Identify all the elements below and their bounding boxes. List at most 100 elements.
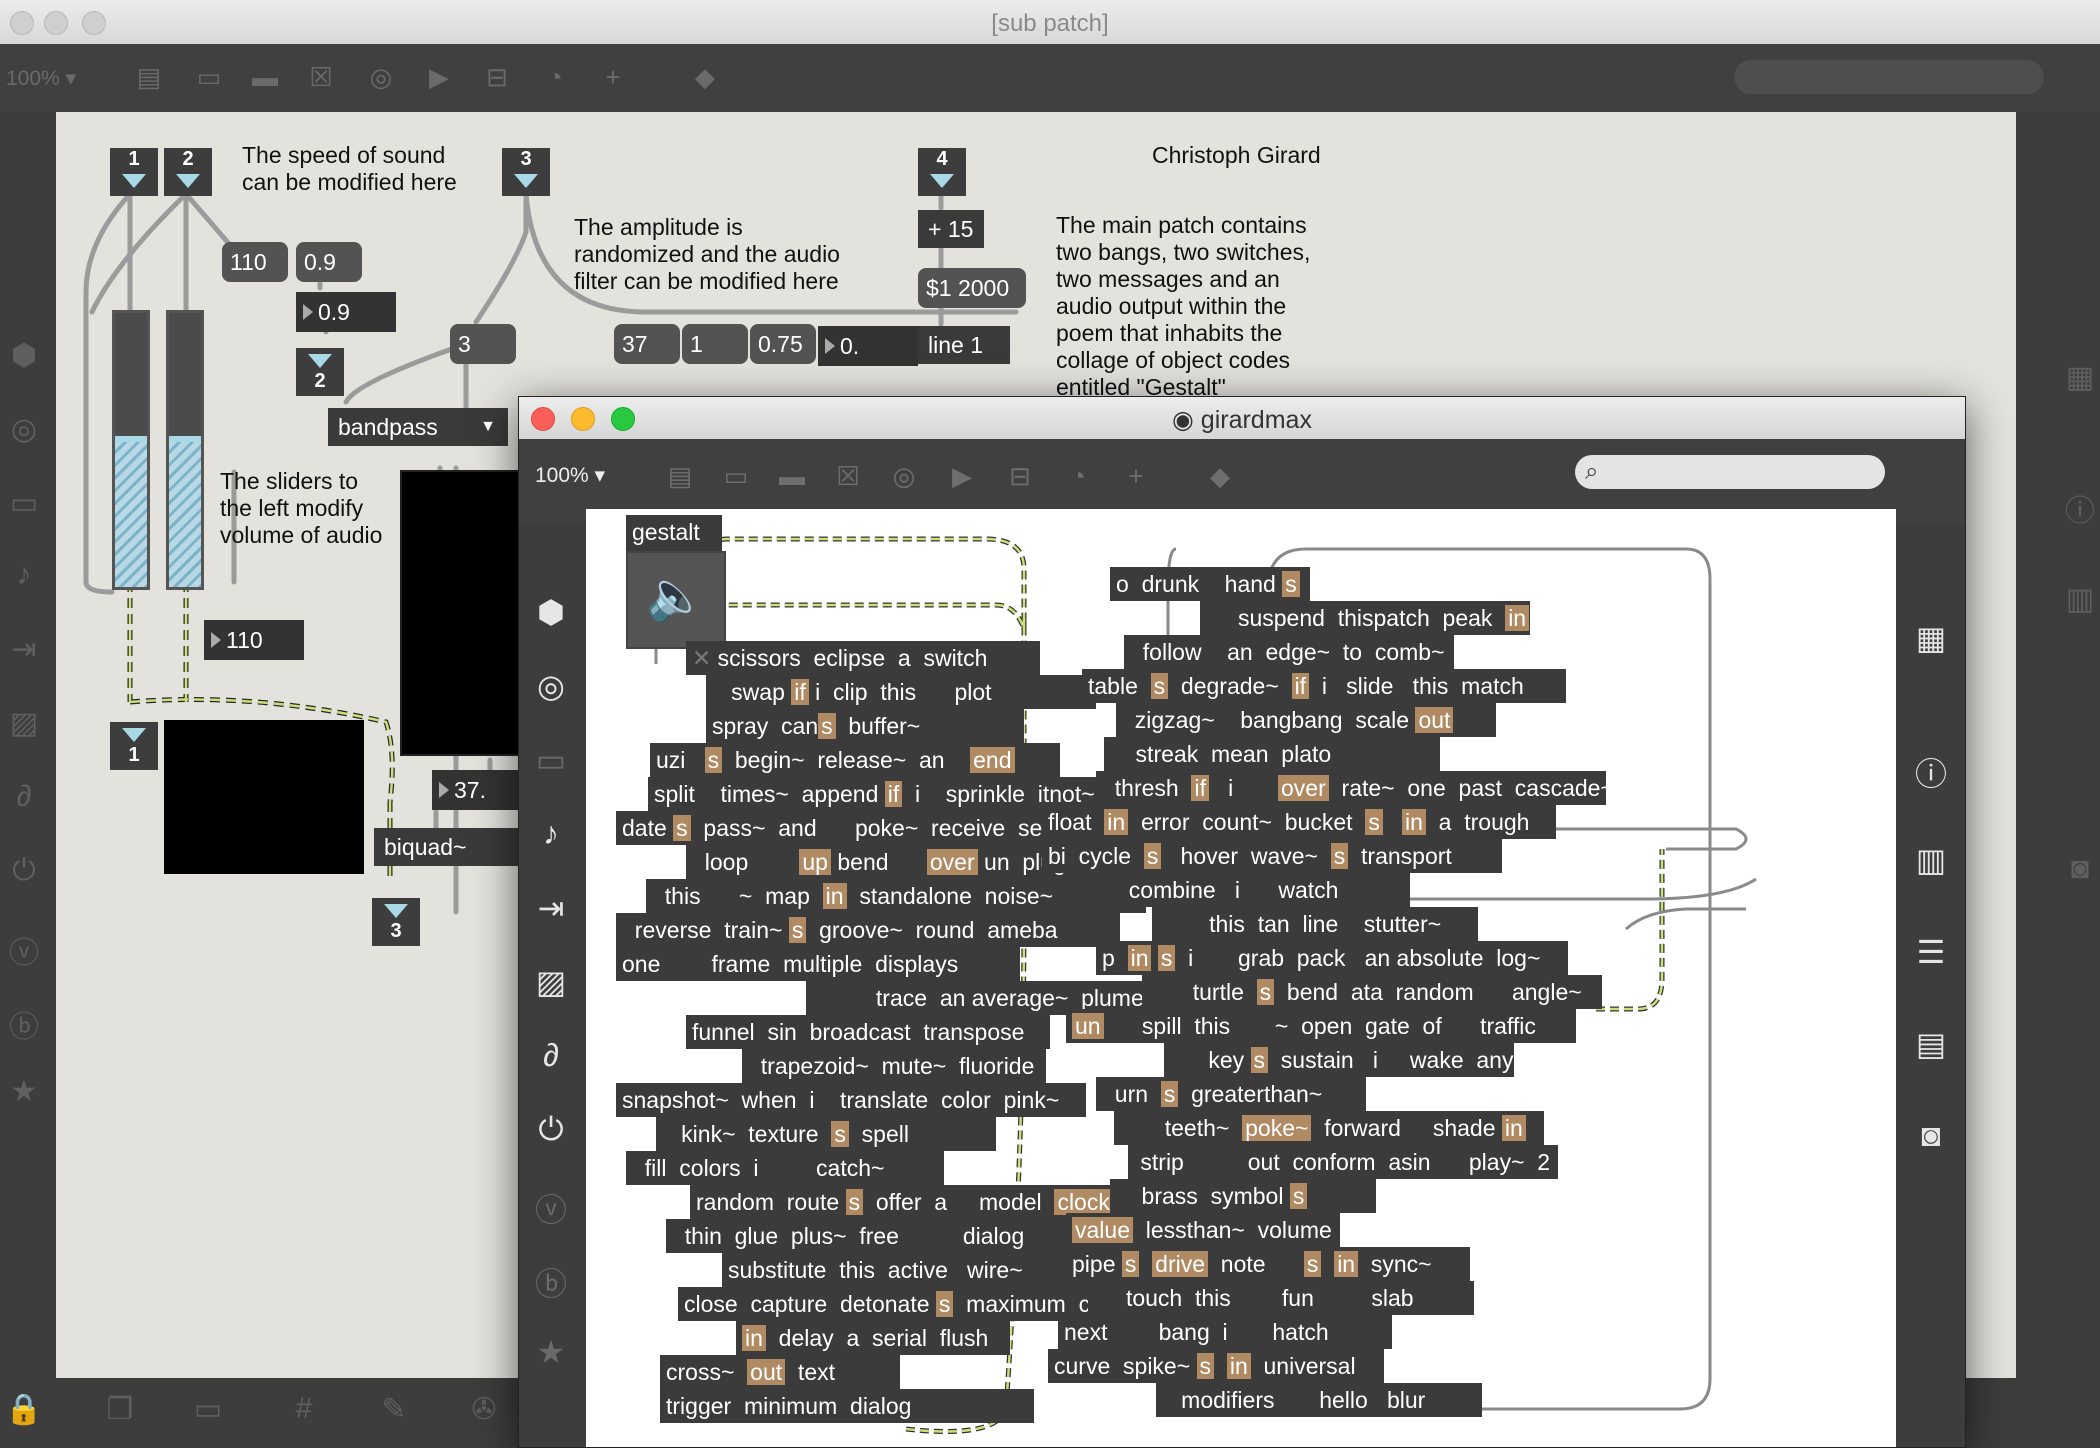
volume-slider-left[interactable] [112, 310, 150, 590]
step-icon[interactable]: ⇥ [529, 889, 573, 927]
info-icon[interactable]: ⓘ [2060, 486, 2100, 530]
slider-icon[interactable]: ⊟ [1005, 461, 1035, 491]
message-1[interactable]: 1 [682, 324, 748, 364]
message-icon[interactable]: ▭ [194, 62, 224, 92]
list-icon[interactable]: ▤ [665, 461, 695, 491]
back-search-input[interactable] [1734, 60, 2044, 94]
comment-icon[interactable]: ▬ [777, 461, 807, 491]
image-icon[interactable]: ▨ [529, 963, 573, 1001]
lock-icon[interactable]: 🔒 [4, 1392, 44, 1427]
plug-icon[interactable]: ⏻ [4, 854, 44, 888]
girardmax-window: ◉ girardmax 100% ▾ ▤ ▭ ▬ ☒ ◎ ▶ ⊟ ◔ + ◆ ⌕… [518, 396, 1966, 1448]
plus-icon[interactable]: + [1121, 461, 1151, 491]
dial-icon[interactable]: ◔ [1063, 461, 1093, 491]
button-icon[interactable]: ◎ [889, 461, 919, 491]
info-icon[interactable]: ⓘ [1909, 749, 1953, 795]
window-title: ◉ girardmax [1172, 406, 1312, 434]
slider-icon[interactable]: ⊟ [482, 62, 512, 92]
message-37[interactable]: 37 [614, 324, 680, 364]
outlet-2[interactable]: 2 [296, 348, 344, 396]
comment-icon[interactable]: ▬ [250, 62, 280, 92]
message-110[interactable]: 110 [222, 242, 288, 282]
play-icon[interactable]: ▶ [424, 62, 454, 92]
number-0.9[interactable]: 0.9 [296, 292, 396, 332]
tv-icon[interactable]: ▭ [529, 741, 573, 779]
line-object[interactable]: line 1 [918, 326, 1010, 364]
paint-icon[interactable]: ◆ [690, 62, 720, 92]
button-icon[interactable]: ◎ [366, 62, 396, 92]
note-icon[interactable]: ♪ [529, 815, 573, 852]
scope-display [164, 720, 364, 874]
star-icon[interactable]: ★ [529, 1333, 573, 1371]
plus-15-object[interactable]: + 15 [918, 210, 984, 248]
plus-icon[interactable]: + [598, 62, 628, 92]
bandpass-menu[interactable]: bandpass ▼ [328, 408, 508, 446]
search-input[interactable]: ⌕ [1575, 455, 1885, 489]
message-0.9[interactable]: 0.9 [296, 242, 362, 282]
zoom-menu[interactable]: 100% ▾ [535, 463, 605, 488]
book-icon[interactable]: ▥ [1909, 841, 1953, 879]
message-3[interactable]: 3 [450, 324, 516, 364]
list-view-icon[interactable]: ☰ [1909, 933, 1953, 971]
image-icon[interactable]: ▨ [4, 706, 44, 741]
toggle-icon[interactable]: ☒ [306, 62, 336, 92]
inlet-3[interactable]: 3 [502, 148, 550, 196]
star-icon[interactable]: ★ [4, 1074, 44, 1109]
clip-icon[interactable]: ∂ [529, 1037, 573, 1074]
paint-icon[interactable]: ◆ [1205, 461, 1235, 491]
zoom-menu[interactable]: 100% ▾ [6, 66, 76, 91]
gestalt-canvas[interactable]: gestalt 🔈 ✕ scissors eclipse a switch sw… [586, 509, 1896, 1447]
camera-icon[interactable]: ◙ [1909, 1117, 1953, 1154]
list-icon[interactable]: ▤ [134, 62, 164, 92]
play-icon[interactable]: ▶ [947, 461, 977, 491]
pin-icon[interactable]: ✎ [374, 1392, 414, 1427]
message-ramp[interactable]: $1 2000 [918, 268, 1026, 308]
back-window-titlebar[interactable]: [sub patch] [0, 0, 2100, 45]
outlet-3[interactable]: 3 [372, 898, 420, 946]
inlet-2[interactable]: 2 [164, 148, 212, 196]
outlet-1[interactable]: 1 [110, 722, 158, 770]
number-110[interactable]: 110 [204, 620, 304, 660]
presentation-icon[interactable]: ❐ [100, 1392, 140, 1427]
inlet-1[interactable]: 1 [110, 148, 158, 196]
tv-icon[interactable]: ▭ [4, 486, 44, 521]
number-37[interactable]: 37. [432, 770, 532, 810]
v-icon[interactable]: ⓥ [529, 1185, 573, 1231]
front-window-titlebar[interactable]: ◉ girardmax [519, 397, 1965, 440]
target-icon[interactable]: ◎ [529, 667, 573, 705]
camera-icon[interactable]: ◙ [2060, 852, 2100, 886]
book-icon[interactable]: ▥ [2060, 582, 2100, 617]
note-icon[interactable]: ♪ [4, 558, 44, 592]
toggle-icon[interactable]: ☒ [833, 461, 863, 491]
comment-sliders: The sliders to the left modify volume of… [220, 468, 383, 548]
speaker-icon[interactable]: 🔈 [626, 551, 726, 649]
wrench-icon[interactable]: ✇ [464, 1392, 504, 1427]
inlet-4[interactable]: 4 [918, 148, 966, 196]
display-icon[interactable]: ▭ [188, 1392, 228, 1427]
dial-icon[interactable]: ◔ [540, 62, 570, 92]
message-icon[interactable]: ▭ [721, 461, 751, 491]
target-icon[interactable]: ◎ [4, 412, 44, 447]
b-icon[interactable]: ⓑ [4, 1002, 44, 1046]
biquad-object[interactable]: biquad~ [374, 828, 524, 866]
v-icon[interactable]: ⓥ [4, 928, 44, 972]
message-0.75[interactable]: 0.75 [750, 324, 816, 364]
grid-icon[interactable]: ▦ [2060, 360, 2100, 395]
chevron-down-icon: ▼ [480, 418, 496, 435]
cube-icon[interactable]: ⬢ [529, 593, 573, 631]
grid-snap-icon[interactable]: # [284, 1392, 324, 1426]
reference-icon[interactable]: ▤ [1909, 1025, 1953, 1063]
volume-slider-right[interactable] [166, 310, 204, 590]
clip-icon[interactable]: ∂ [4, 780, 44, 814]
filtergraph-display[interactable] [400, 470, 534, 756]
plug-icon[interactable]: ⏻ [529, 1111, 573, 1149]
window-title: [sub patch] [991, 10, 1109, 37]
document-icon: ◉ [1172, 406, 1201, 434]
number-0[interactable]: 0. [818, 326, 918, 366]
step-icon[interactable]: ⇥ [4, 632, 44, 667]
cube-icon[interactable]: ⬢ [4, 338, 44, 373]
grid-icon[interactable]: ▦ [1909, 619, 1953, 657]
comment-main-patch: The main patch contains two bangs, two s… [1056, 212, 1311, 400]
b-icon[interactable]: ⓑ [529, 1259, 573, 1305]
back-toolbar: 100% ▾ ▤ ▭ ▬ ☒ ◎ ▶ ⊟ ◔ + ◆ [0, 44, 2100, 112]
